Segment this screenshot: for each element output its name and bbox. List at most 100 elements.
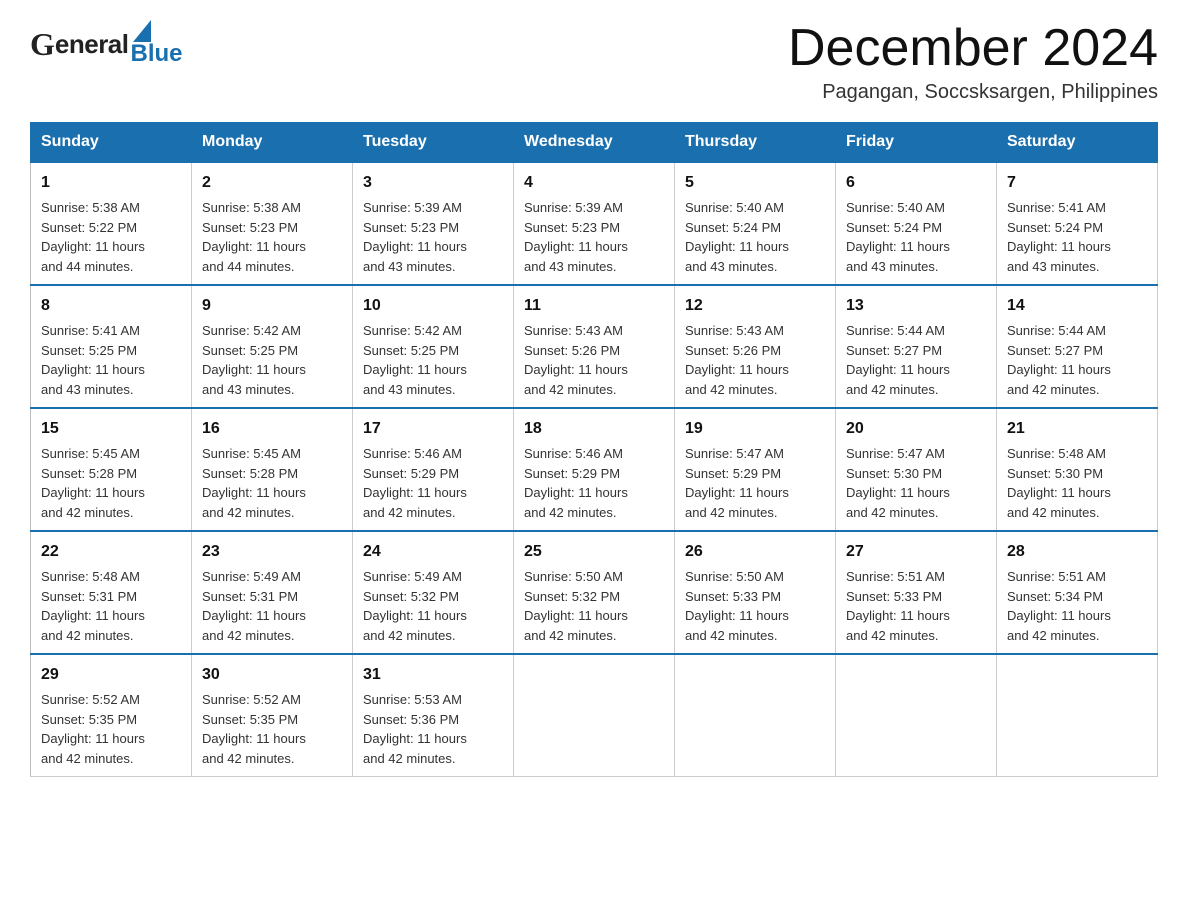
calendar-day-cell: 9 Sunrise: 5:42 AMSunset: 5:25 PMDayligh…: [192, 285, 353, 408]
calendar-day-cell: 27 Sunrise: 5:51 AMSunset: 5:33 PMDaylig…: [836, 531, 997, 654]
calendar-day-cell: 4 Sunrise: 5:39 AMSunset: 5:23 PMDayligh…: [514, 162, 675, 285]
page-header: G eneral Blue December 2024 Pagangan, So…: [30, 20, 1158, 104]
day-info: Sunrise: 5:46 AMSunset: 5:29 PMDaylight:…: [524, 446, 628, 520]
day-number: 14: [1007, 294, 1147, 318]
calendar-day-cell: 26 Sunrise: 5:50 AMSunset: 5:33 PMDaylig…: [675, 531, 836, 654]
calendar-day-cell: [514, 654, 675, 777]
day-number: 30: [202, 663, 342, 687]
calendar-week-row: 15 Sunrise: 5:45 AMSunset: 5:28 PMDaylig…: [31, 408, 1158, 531]
calendar-table: SundayMondayTuesdayWednesdayThursdayFrid…: [30, 122, 1158, 777]
calendar-day-cell: 30 Sunrise: 5:52 AMSunset: 5:35 PMDaylig…: [192, 654, 353, 777]
location-subtitle: Pagangan, Soccsksargen, Philippines: [788, 81, 1158, 104]
calendar-day-cell: 13 Sunrise: 5:44 AMSunset: 5:27 PMDaylig…: [836, 285, 997, 408]
day-number: 29: [41, 663, 181, 687]
calendar-body: 1 Sunrise: 5:38 AMSunset: 5:22 PMDayligh…: [31, 162, 1158, 777]
day-info: Sunrise: 5:47 AMSunset: 5:30 PMDaylight:…: [846, 446, 950, 520]
day-of-week-header: Sunday: [31, 123, 192, 163]
calendar-day-cell: 8 Sunrise: 5:41 AMSunset: 5:25 PMDayligh…: [31, 285, 192, 408]
logo-area: G eneral Blue: [30, 20, 183, 68]
day-number: 31: [363, 663, 503, 687]
calendar-day-cell: 3 Sunrise: 5:39 AMSunset: 5:23 PMDayligh…: [353, 162, 514, 285]
day-number: 19: [685, 417, 825, 441]
day-number: 16: [202, 417, 342, 441]
day-number: 28: [1007, 540, 1147, 564]
calendar-day-cell: [675, 654, 836, 777]
calendar-day-cell: 11 Sunrise: 5:43 AMSunset: 5:26 PMDaylig…: [514, 285, 675, 408]
calendar-day-cell: [997, 654, 1158, 777]
day-info: Sunrise: 5:44 AMSunset: 5:27 PMDaylight:…: [846, 323, 950, 397]
calendar-day-cell: 7 Sunrise: 5:41 AMSunset: 5:24 PMDayligh…: [997, 162, 1158, 285]
day-info: Sunrise: 5:52 AMSunset: 5:35 PMDaylight:…: [202, 692, 306, 766]
day-info: Sunrise: 5:50 AMSunset: 5:32 PMDaylight:…: [524, 569, 628, 643]
calendar-day-cell: 6 Sunrise: 5:40 AMSunset: 5:24 PMDayligh…: [836, 162, 997, 285]
day-number: 21: [1007, 417, 1147, 441]
calendar-day-cell: 12 Sunrise: 5:43 AMSunset: 5:26 PMDaylig…: [675, 285, 836, 408]
calendar-day-cell: 23 Sunrise: 5:49 AMSunset: 5:31 PMDaylig…: [192, 531, 353, 654]
day-number: 23: [202, 540, 342, 564]
calendar-week-row: 8 Sunrise: 5:41 AMSunset: 5:25 PMDayligh…: [31, 285, 1158, 408]
day-info: Sunrise: 5:40 AMSunset: 5:24 PMDaylight:…: [846, 200, 950, 274]
title-area: December 2024 Pagangan, Soccsksargen, Ph…: [788, 20, 1158, 104]
day-of-week-header: Monday: [192, 123, 353, 163]
day-info: Sunrise: 5:39 AMSunset: 5:23 PMDaylight:…: [524, 200, 628, 274]
day-number: 1: [41, 171, 181, 195]
day-info: Sunrise: 5:41 AMSunset: 5:24 PMDaylight:…: [1007, 200, 1111, 274]
month-title: December 2024: [788, 20, 1158, 77]
day-number: 5: [685, 171, 825, 195]
day-info: Sunrise: 5:52 AMSunset: 5:35 PMDaylight:…: [41, 692, 145, 766]
day-number: 6: [846, 171, 986, 195]
calendar-header: SundayMondayTuesdayWednesdayThursdayFrid…: [31, 123, 1158, 163]
day-number: 8: [41, 294, 181, 318]
calendar-day-cell: 16 Sunrise: 5:45 AMSunset: 5:28 PMDaylig…: [192, 408, 353, 531]
calendar-day-cell: 1 Sunrise: 5:38 AMSunset: 5:22 PMDayligh…: [31, 162, 192, 285]
calendar-day-cell: 21 Sunrise: 5:48 AMSunset: 5:30 PMDaylig…: [997, 408, 1158, 531]
day-info: Sunrise: 5:45 AMSunset: 5:28 PMDaylight:…: [41, 446, 145, 520]
day-info: Sunrise: 5:43 AMSunset: 5:26 PMDaylight:…: [685, 323, 789, 397]
logo-eneral-text: eneral: [55, 29, 129, 60]
day-info: Sunrise: 5:50 AMSunset: 5:33 PMDaylight:…: [685, 569, 789, 643]
calendar-day-cell: 19 Sunrise: 5:47 AMSunset: 5:29 PMDaylig…: [675, 408, 836, 531]
calendar-day-cell: 10 Sunrise: 5:42 AMSunset: 5:25 PMDaylig…: [353, 285, 514, 408]
logo: G eneral Blue: [30, 20, 183, 68]
calendar-day-cell: 29 Sunrise: 5:52 AMSunset: 5:35 PMDaylig…: [31, 654, 192, 777]
day-info: Sunrise: 5:39 AMSunset: 5:23 PMDaylight:…: [363, 200, 467, 274]
day-info: Sunrise: 5:38 AMSunset: 5:22 PMDaylight:…: [41, 200, 145, 274]
logo-g-letter: G: [30, 26, 55, 63]
day-info: Sunrise: 5:48 AMSunset: 5:30 PMDaylight:…: [1007, 446, 1111, 520]
day-number: 11: [524, 294, 664, 318]
day-number: 15: [41, 417, 181, 441]
logo-blue-text: Blue: [131, 40, 183, 68]
day-number: 10: [363, 294, 503, 318]
day-info: Sunrise: 5:42 AMSunset: 5:25 PMDaylight:…: [363, 323, 467, 397]
day-of-week-header: Tuesday: [353, 123, 514, 163]
calendar-day-cell: 5 Sunrise: 5:40 AMSunset: 5:24 PMDayligh…: [675, 162, 836, 285]
calendar-day-cell: 18 Sunrise: 5:46 AMSunset: 5:29 PMDaylig…: [514, 408, 675, 531]
day-number: 4: [524, 171, 664, 195]
calendar-day-cell: 15 Sunrise: 5:45 AMSunset: 5:28 PMDaylig…: [31, 408, 192, 531]
day-info: Sunrise: 5:42 AMSunset: 5:25 PMDaylight:…: [202, 323, 306, 397]
day-of-week-header: Saturday: [997, 123, 1158, 163]
day-number: 12: [685, 294, 825, 318]
day-number: 7: [1007, 171, 1147, 195]
calendar-day-cell: 2 Sunrise: 5:38 AMSunset: 5:23 PMDayligh…: [192, 162, 353, 285]
calendar-day-cell: 28 Sunrise: 5:51 AMSunset: 5:34 PMDaylig…: [997, 531, 1158, 654]
calendar-week-row: 22 Sunrise: 5:48 AMSunset: 5:31 PMDaylig…: [31, 531, 1158, 654]
day-of-week-header: Thursday: [675, 123, 836, 163]
day-number: 18: [524, 417, 664, 441]
calendar-day-cell: 31 Sunrise: 5:53 AMSunset: 5:36 PMDaylig…: [353, 654, 514, 777]
day-info: Sunrise: 5:53 AMSunset: 5:36 PMDaylight:…: [363, 692, 467, 766]
logo-right-block: Blue: [131, 20, 183, 68]
calendar-day-cell: [836, 654, 997, 777]
day-number: 20: [846, 417, 986, 441]
day-number: 17: [363, 417, 503, 441]
day-info: Sunrise: 5:41 AMSunset: 5:25 PMDaylight:…: [41, 323, 145, 397]
calendar-day-cell: 24 Sunrise: 5:49 AMSunset: 5:32 PMDaylig…: [353, 531, 514, 654]
day-number: 3: [363, 171, 503, 195]
day-of-week-header: Wednesday: [514, 123, 675, 163]
day-info: Sunrise: 5:46 AMSunset: 5:29 PMDaylight:…: [363, 446, 467, 520]
calendar-day-cell: 17 Sunrise: 5:46 AMSunset: 5:29 PMDaylig…: [353, 408, 514, 531]
day-of-week-header: Friday: [836, 123, 997, 163]
day-info: Sunrise: 5:45 AMSunset: 5:28 PMDaylight:…: [202, 446, 306, 520]
day-info: Sunrise: 5:51 AMSunset: 5:34 PMDaylight:…: [1007, 569, 1111, 643]
day-info: Sunrise: 5:40 AMSunset: 5:24 PMDaylight:…: [685, 200, 789, 274]
